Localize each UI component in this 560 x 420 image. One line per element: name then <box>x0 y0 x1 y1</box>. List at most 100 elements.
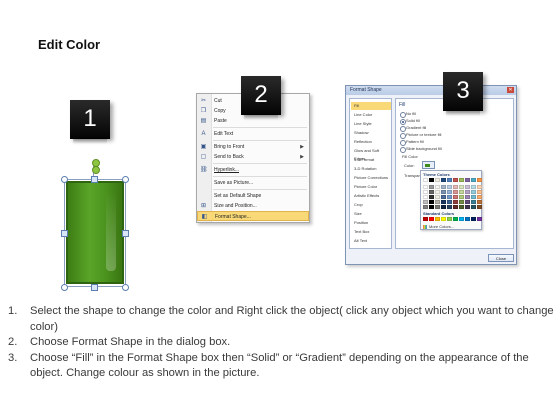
nav-item-line-style[interactable]: Line Style <box>351 120 391 128</box>
color-swatch[interactable] <box>423 178 428 182</box>
color-swatch[interactable] <box>423 185 428 189</box>
color-swatch[interactable] <box>441 205 446 209</box>
resize-handle-bottom[interactable] <box>91 284 98 291</box>
nav-item-shadow[interactable]: Shadow <box>351 129 391 137</box>
color-swatch[interactable] <box>471 185 476 189</box>
color-swatch[interactable] <box>471 205 476 209</box>
resize-handle-left[interactable] <box>61 230 68 237</box>
color-swatch[interactable] <box>453 195 458 199</box>
nav-item-artistic-effects[interactable]: Artistic Effects <box>351 192 391 200</box>
color-swatch[interactable] <box>471 195 476 199</box>
color-swatch[interactable] <box>471 200 476 204</box>
resize-handle-bottom-left[interactable] <box>61 284 68 291</box>
menu-item-save-as-picture[interactable]: Save as Picture... <box>197 178 309 188</box>
adjust-handle[interactable] <box>92 166 100 174</box>
green-rectangle-shape[interactable] <box>66 181 124 284</box>
color-swatch[interactable] <box>471 217 476 221</box>
color-swatch[interactable] <box>477 178 482 182</box>
color-swatch[interactable] <box>441 190 446 194</box>
resize-handle-top-right[interactable] <box>122 176 129 183</box>
color-swatch[interactable] <box>447 195 452 199</box>
color-swatch[interactable] <box>447 217 452 221</box>
color-swatch[interactable] <box>465 195 470 199</box>
menu-item-edit-text[interactable]: A Edit Text <box>197 129 309 139</box>
color-swatch[interactable] <box>453 178 458 182</box>
color-swatch[interactable] <box>477 205 482 209</box>
color-swatch[interactable] <box>477 217 482 221</box>
color-swatch[interactable] <box>477 200 482 204</box>
color-swatch[interactable] <box>435 190 440 194</box>
color-swatch[interactable] <box>459 178 464 182</box>
color-swatch[interactable] <box>477 195 482 199</box>
nav-item-fill[interactable]: Fill <box>351 102 391 110</box>
color-swatch[interactable] <box>435 205 440 209</box>
color-swatch[interactable] <box>441 217 446 221</box>
color-swatch[interactable] <box>423 200 428 204</box>
nav-item-picture-color[interactable]: Picture Color <box>351 183 391 191</box>
radio-solid-fill[interactable]: Solid fill <box>400 118 420 125</box>
nav-item-alt-text[interactable]: Alt Text <box>351 237 391 245</box>
color-swatch[interactable] <box>447 178 452 182</box>
color-swatch[interactable] <box>465 217 470 221</box>
radio-gradient-fill[interactable]: Gradient fill <box>400 125 426 132</box>
color-swatch[interactable] <box>441 195 446 199</box>
color-swatch[interactable] <box>423 217 428 221</box>
nav-item-text-box[interactable]: Text Box <box>351 228 391 236</box>
color-swatch[interactable] <box>435 195 440 199</box>
color-swatch[interactable] <box>453 200 458 204</box>
color-swatch[interactable] <box>465 200 470 204</box>
color-swatch[interactable] <box>477 185 482 189</box>
resize-handle-top-left[interactable] <box>61 176 68 183</box>
radio-slide-background-fill[interactable]: Slide background fill <box>400 146 442 153</box>
nav-item-position[interactable]: Position <box>351 219 391 227</box>
resize-handle-right[interactable] <box>122 230 129 237</box>
menu-item-hyperlink[interactable]: ⛓ Hyperlink... <box>197 165 309 175</box>
nav-item-3d-rotation[interactable]: 3-D Rotation <box>351 165 391 173</box>
color-swatch[interactable] <box>459 190 464 194</box>
color-swatch[interactable] <box>429 217 434 221</box>
menu-item-format-shape[interactable]: ◧ Format Shape... <box>197 211 309 221</box>
color-swatch[interactable] <box>429 195 434 199</box>
menu-item-size-position[interactable]: ⊞ Size and Position... <box>197 201 309 211</box>
color-swatch[interactable] <box>441 185 446 189</box>
nav-item-crop[interactable]: Crop <box>351 201 391 209</box>
menu-item-bring-to-front[interactable]: ▣ Bring to Front ▶ <box>197 142 309 152</box>
color-swatch[interactable] <box>447 200 452 204</box>
color-swatch[interactable] <box>465 178 470 182</box>
color-swatch[interactable] <box>465 185 470 189</box>
color-swatch[interactable] <box>465 190 470 194</box>
color-swatch[interactable] <box>429 200 434 204</box>
color-swatch[interactable] <box>471 178 476 182</box>
nav-item-reflection[interactable]: Reflection <box>351 138 391 146</box>
nav-item-line-color[interactable]: Line Color <box>351 111 391 119</box>
color-swatch[interactable] <box>459 185 464 189</box>
color-swatch[interactable] <box>429 185 434 189</box>
nav-item-3d-format[interactable]: 3-D Format <box>351 156 391 164</box>
nav-item-glow[interactable]: Glow and Soft Edges <box>351 147 391 161</box>
color-swatch[interactable] <box>435 217 440 221</box>
color-swatch[interactable] <box>459 195 464 199</box>
color-swatch[interactable] <box>429 178 434 182</box>
color-swatch[interactable] <box>429 190 434 194</box>
color-swatch[interactable] <box>459 205 464 209</box>
nav-item-picture-corrections[interactable]: Picture Corrections <box>351 174 391 182</box>
color-swatch[interactable] <box>453 205 458 209</box>
color-swatch[interactable] <box>465 205 470 209</box>
close-button[interactable]: Close <box>488 254 514 262</box>
close-icon[interactable]: ✕ <box>507 87 514 93</box>
color-swatch[interactable] <box>459 200 464 204</box>
radio-pattern-fill[interactable]: Pattern fill <box>400 139 424 146</box>
color-swatch[interactable] <box>477 190 482 194</box>
color-swatch[interactable] <box>453 190 458 194</box>
color-swatch[interactable] <box>459 217 464 221</box>
color-swatch[interactable] <box>423 190 428 194</box>
menu-item-send-to-back[interactable]: ▢ Send to Back ▶ <box>197 152 309 162</box>
color-swatch[interactable] <box>435 200 440 204</box>
radio-picture-fill[interactable]: Picture or texture fill <box>400 132 441 139</box>
color-swatch[interactable] <box>447 190 452 194</box>
resize-handle-bottom-right[interactable] <box>122 284 129 291</box>
color-swatch[interactable] <box>423 195 428 199</box>
color-swatch[interactable] <box>429 205 434 209</box>
color-swatch[interactable] <box>435 185 440 189</box>
color-swatch[interactable] <box>453 185 458 189</box>
